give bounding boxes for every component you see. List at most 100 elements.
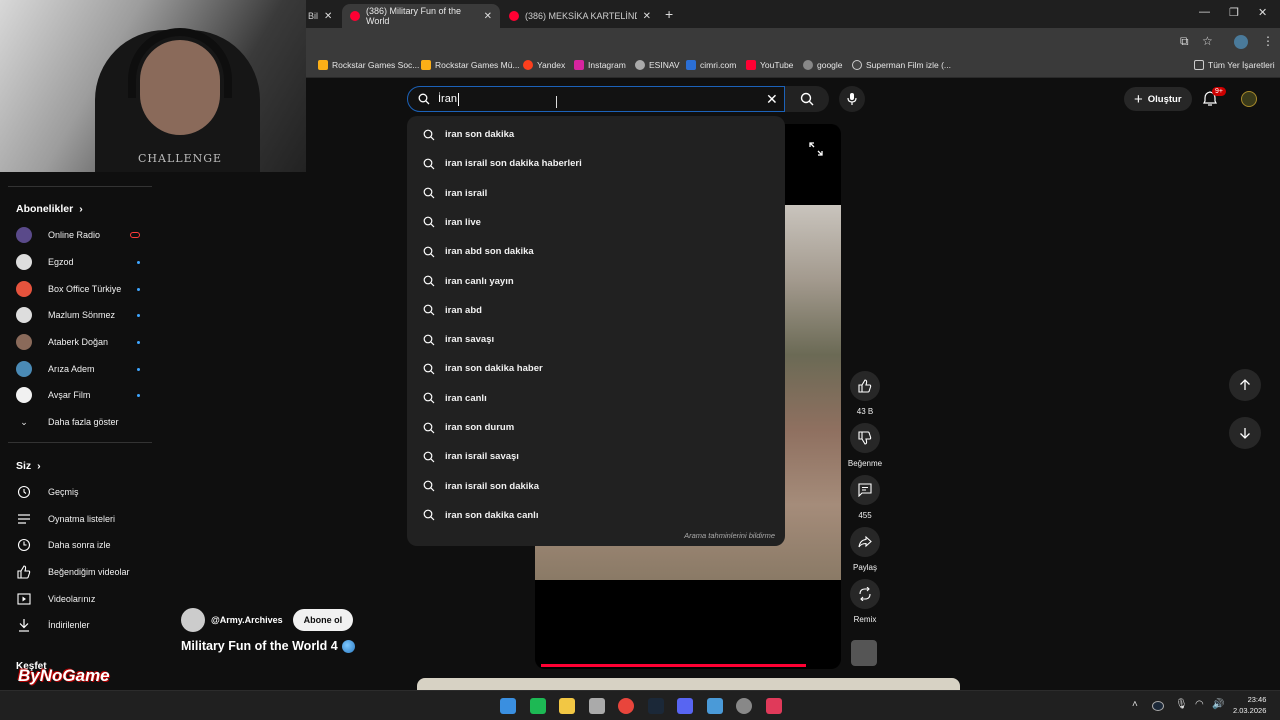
- spotify-icon[interactable]: [529, 698, 546, 714]
- file-explorer-icon[interactable]: [559, 698, 575, 714]
- report-predictions-link[interactable]: Arama tahminlerini bildirme: [684, 531, 775, 540]
- browser-tab[interactable]: Bil ✕: [300, 4, 340, 28]
- video-title[interactable]: Military Fun of the World 4: [181, 639, 355, 653]
- search-suggestion[interactable]: iran israil son dakika: [407, 472, 785, 501]
- steam-icon[interactable]: [647, 698, 664, 714]
- search-suggestion[interactable]: iran son dakika: [407, 120, 785, 149]
- folder-icon: [1194, 60, 1204, 70]
- bookmark-item[interactable]: ESINAV: [635, 60, 680, 70]
- bookmark-item[interactable]: Rockstar Games Soc...: [318, 60, 419, 70]
- system-clock[interactable]: 23:46 2.03.2026: [1233, 694, 1266, 716]
- bookmark-item[interactable]: Instagram: [574, 60, 626, 70]
- bookmark-item[interactable]: cimri.com: [686, 60, 736, 70]
- bookmark-item[interactable]: Yandex: [523, 60, 565, 70]
- sidebar-item-online-radio[interactable]: Online Radio: [16, 224, 140, 246]
- dislike-button[interactable]: Beğenme: [848, 423, 882, 468]
- app-red-icon[interactable]: [765, 698, 782, 714]
- clear-search-icon[interactable]: ✕: [766, 91, 778, 108]
- search-input[interactable]: İran: [407, 86, 785, 112]
- new-tab-icon[interactable]: +: [665, 6, 673, 22]
- next-short-button[interactable]: [1229, 417, 1261, 449]
- share-arrow-icon: [850, 527, 880, 557]
- install-app-icon[interactable]: ⧉: [1180, 34, 1189, 49]
- profile-icon[interactable]: [1234, 35, 1248, 49]
- notifications-button[interactable]: 9+: [1203, 87, 1226, 111]
- bookmark-star-icon[interactable]: ☆: [1202, 34, 1213, 48]
- search-suggestion[interactable]: iran abd: [407, 296, 785, 325]
- store-icon[interactable]: [588, 698, 605, 714]
- browser-tab-active[interactable]: (386) Military Fun of the World ✕: [342, 4, 500, 28]
- account-avatar[interactable]: [1241, 91, 1257, 107]
- like-button[interactable]: 43 B: [849, 371, 881, 416]
- sidebar-item-liked[interactable]: Beğendiğim videolar: [16, 561, 140, 583]
- video-progress-bar[interactable]: [541, 664, 806, 667]
- search-suggestion[interactable]: iran live: [407, 208, 785, 237]
- new-content-dot: [137, 260, 140, 264]
- share-button[interactable]: Paylaş: [849, 527, 881, 572]
- sidebar-item-mazlum[interactable]: Mazlum Sönmez: [16, 304, 140, 326]
- browser-tab[interactable]: (386) MEKSİKA KARTELİNDE DO ✕: [501, 4, 659, 28]
- search-suggestion[interactable]: iran son dakika haber: [407, 354, 785, 383]
- search-button[interactable]: [785, 86, 829, 112]
- close-window-icon[interactable]: ✕: [1258, 6, 1267, 19]
- search-suggestion[interactable]: iran israil savaşı: [407, 442, 785, 471]
- sidebar-item-ariza[interactable]: Arıza Adem: [16, 358, 140, 380]
- search-suggestion[interactable]: iran son dakika canlı: [407, 501, 785, 530]
- subscribe-button[interactable]: Abone ol: [292, 609, 354, 631]
- chevron-right-icon: ›: [37, 460, 41, 472]
- close-tab-icon[interactable]: ✕: [484, 11, 492, 22]
- search-suggestion[interactable]: iran canlı yayın: [407, 267, 785, 296]
- channel-avatar[interactable]: [181, 608, 205, 632]
- fullscreen-icon[interactable]: [809, 142, 823, 161]
- search-suggestion[interactable]: iran israil: [407, 179, 785, 208]
- windows-start-icon[interactable]: [500, 698, 516, 714]
- previous-short-button[interactable]: [1229, 369, 1261, 401]
- sidebar-item-history[interactable]: Geçmiş: [16, 481, 140, 503]
- remix-button[interactable]: Remix: [849, 579, 881, 624]
- menu-dots-icon[interactable]: ⋮: [1262, 34, 1274, 48]
- subscriptions-heading[interactable]: Abonelikler ›: [16, 203, 83, 215]
- chrome-icon[interactable]: [618, 698, 634, 714]
- bookmark-item[interactable]: google: [803, 60, 843, 70]
- search-suggestion[interactable]: iran abd son dakika: [407, 237, 785, 266]
- sidebar-item-label: İndirilenler: [48, 620, 90, 630]
- sidebar-item-egzod[interactable]: Egzod: [16, 251, 140, 273]
- app-blue-icon[interactable]: [706, 698, 723, 714]
- search-suggestion[interactable]: iran israil son dakika haberleri: [407, 149, 785, 178]
- wifi-icon[interactable]: ◠: [1195, 699, 1204, 710]
- bookmark-item[interactable]: Rockstar Games Mü...: [421, 60, 520, 70]
- sidebar-item-box-office[interactable]: Box Office Türkiye: [16, 278, 140, 300]
- sidebar-item-ataberk[interactable]: Ataberk Doğan: [16, 331, 140, 353]
- create-button[interactable]: + Oluştur: [1124, 87, 1192, 111]
- sidebar-item-your-videos[interactable]: Videolarınız: [16, 588, 140, 610]
- channel-name[interactable]: @Army.Archives: [211, 615, 283, 625]
- minimize-icon[interactable]: —: [1199, 6, 1210, 18]
- sidebar-item-watch-later[interactable]: Daha sonra izle: [16, 534, 140, 556]
- sidebar-item-avsar[interactable]: Avşar Film: [16, 384, 140, 406]
- sidebar-item-downloads[interactable]: İndirilenler: [16, 614, 140, 636]
- search-suggestion[interactable]: iran canlı: [407, 384, 785, 413]
- you-heading[interactable]: Siz ›: [16, 460, 41, 472]
- steam-tray-icon[interactable]: [1152, 701, 1164, 711]
- suggestion-label: iran son dakika: [445, 129, 515, 140]
- search-suggestion[interactable]: iran son durum: [407, 413, 785, 442]
- bookmark-label: google: [817, 60, 843, 70]
- sidebar-item-playlists[interactable]: Oynatma listeleri: [16, 508, 140, 530]
- app-ring-icon[interactable]: [736, 698, 752, 714]
- comments-button[interactable]: 455: [849, 475, 881, 520]
- microphone-tray-icon[interactable]: 🎙: [1175, 699, 1188, 710]
- voice-search-button[interactable]: [839, 86, 865, 112]
- all-bookmarks[interactable]: Tüm Yer İşaretleri: [1194, 60, 1275, 70]
- volume-icon[interactable]: 🔊: [1212, 699, 1224, 710]
- bookmark-item[interactable]: Superman Film izle (...: [852, 60, 951, 70]
- show-more-button[interactable]: ⌄ Daha fazla göster: [16, 411, 140, 433]
- show-hidden-icons-icon[interactable]: ˄: [1132, 699, 1138, 710]
- avatar: [16, 361, 32, 377]
- discord-icon[interactable]: [677, 698, 693, 714]
- close-tab-icon[interactable]: ✕: [643, 11, 651, 22]
- close-tab-icon[interactable]: ✕: [324, 11, 332, 22]
- restore-icon[interactable]: ❐: [1229, 6, 1239, 19]
- audio-source-thumbnail[interactable]: [851, 640, 877, 666]
- bookmark-item[interactable]: YouTube: [746, 60, 793, 70]
- search-suggestion[interactable]: iran savaşı: [407, 325, 785, 354]
